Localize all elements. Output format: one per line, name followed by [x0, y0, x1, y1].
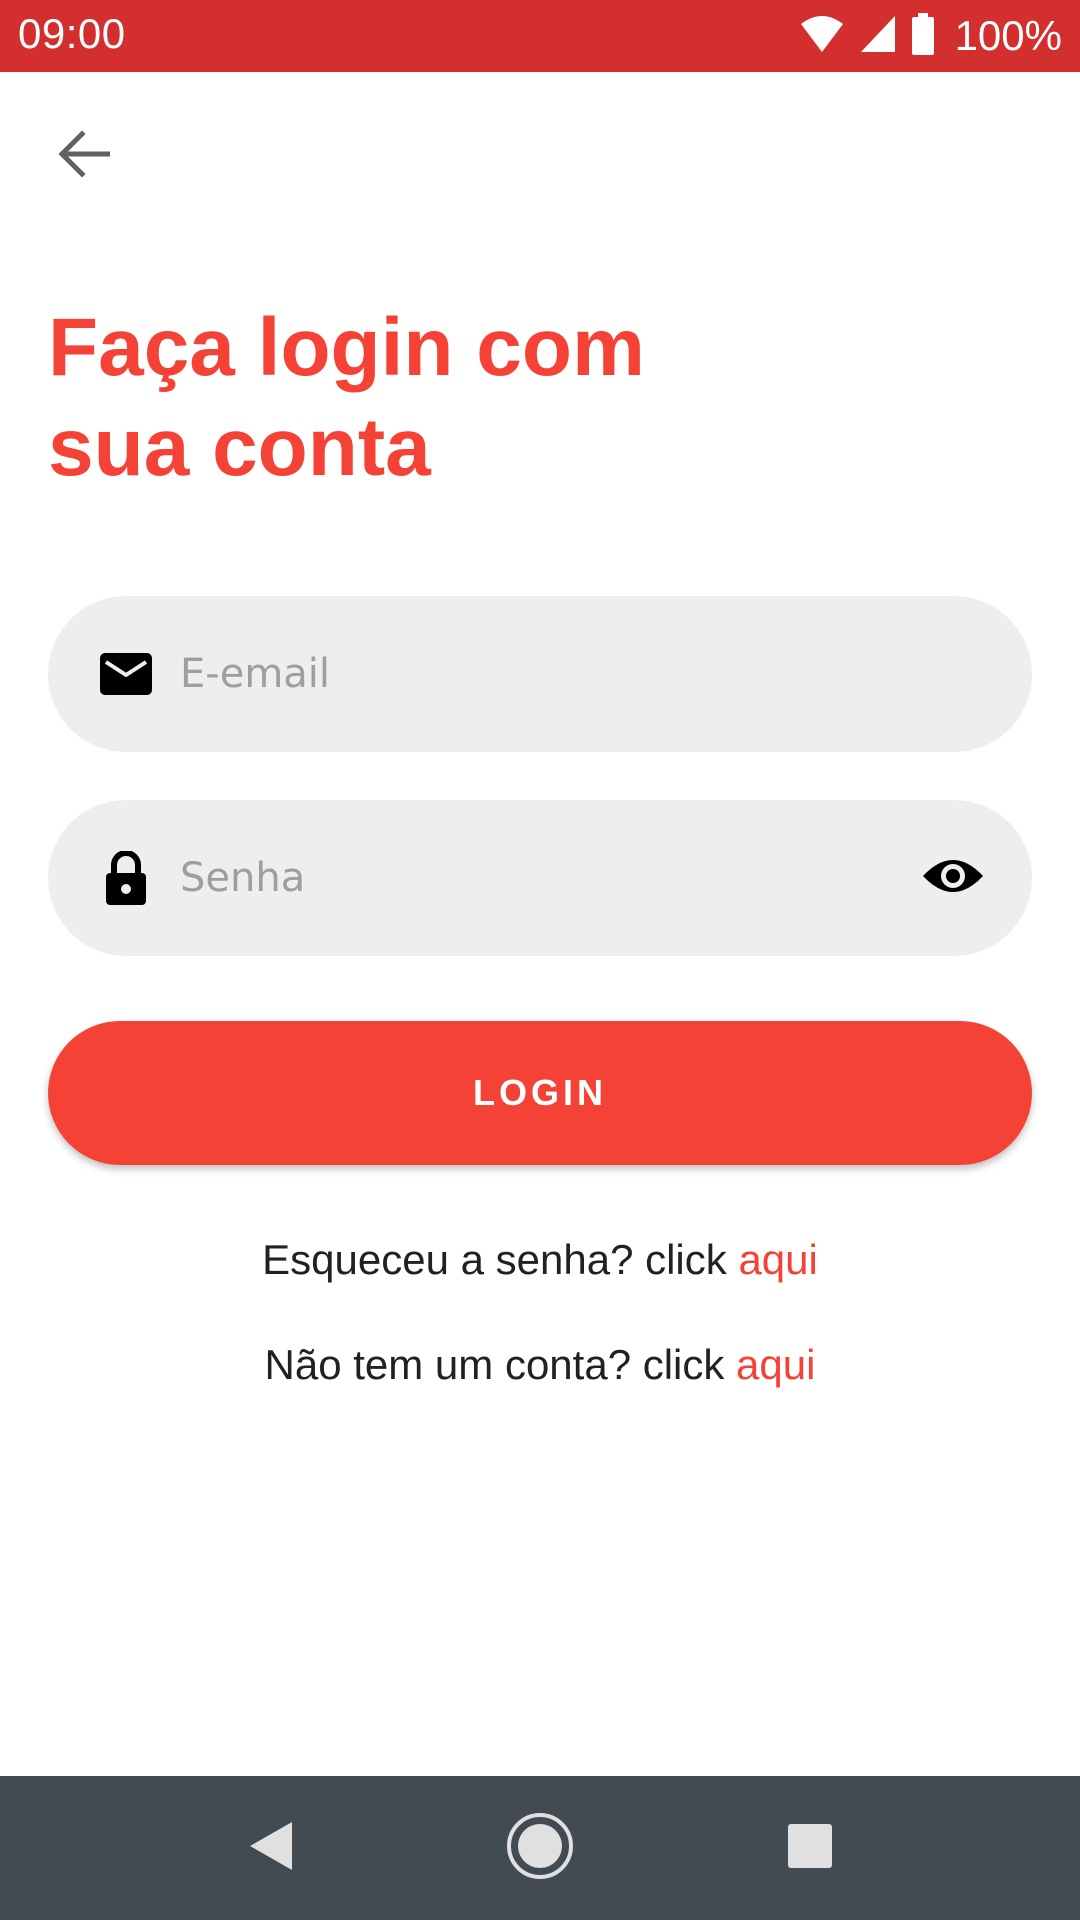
nav-back-button[interactable] [210, 1776, 330, 1920]
page-title: Faça login com sua conta [48, 298, 948, 498]
battery-percent: 100% [954, 12, 1062, 59]
arrow-back-icon [58, 129, 111, 183]
back-triangle-icon [246, 1820, 294, 1877]
title-line-2: sua conta [48, 402, 431, 493]
back-button[interactable] [50, 122, 118, 190]
home-circle-icon [506, 1812, 574, 1885]
navigation-bar [0, 1776, 1080, 1920]
forgot-password-text: Esqueceu a senha? click [262, 1236, 739, 1283]
recents-square-icon [786, 1822, 834, 1875]
status-time: 09:00 [18, 10, 126, 57]
eye-icon [921, 854, 985, 903]
email-field[interactable] [48, 596, 1032, 752]
signup-text: Não tem um conta? click [264, 1341, 737, 1388]
nav-recents-button[interactable] [750, 1776, 870, 1920]
signal-icon [859, 14, 897, 59]
signup-row: Não tem um conta? click aqui [0, 1341, 1080, 1389]
toggle-password-visibility-button[interactable] [918, 843, 988, 913]
login-button[interactable]: LOGIN [48, 1021, 1032, 1165]
signup-link[interactable]: aqui [736, 1341, 815, 1388]
email-icon [98, 646, 154, 702]
battery-icon [911, 12, 935, 60]
password-field[interactable] [48, 800, 1032, 956]
status-bar: 09:00 100% [0, 0, 1080, 72]
forgot-password-row: Esqueceu a senha? click aqui [0, 1236, 1080, 1284]
password-input[interactable] [180, 800, 902, 956]
nav-home-button[interactable] [480, 1776, 600, 1920]
title-line-1: Faça login com [48, 302, 645, 393]
forgot-password-link[interactable]: aqui [738, 1236, 817, 1283]
status-icons: 100% [799, 12, 1062, 60]
lock-icon [98, 850, 154, 906]
wifi-icon [799, 14, 845, 59]
email-input[interactable] [180, 596, 902, 752]
